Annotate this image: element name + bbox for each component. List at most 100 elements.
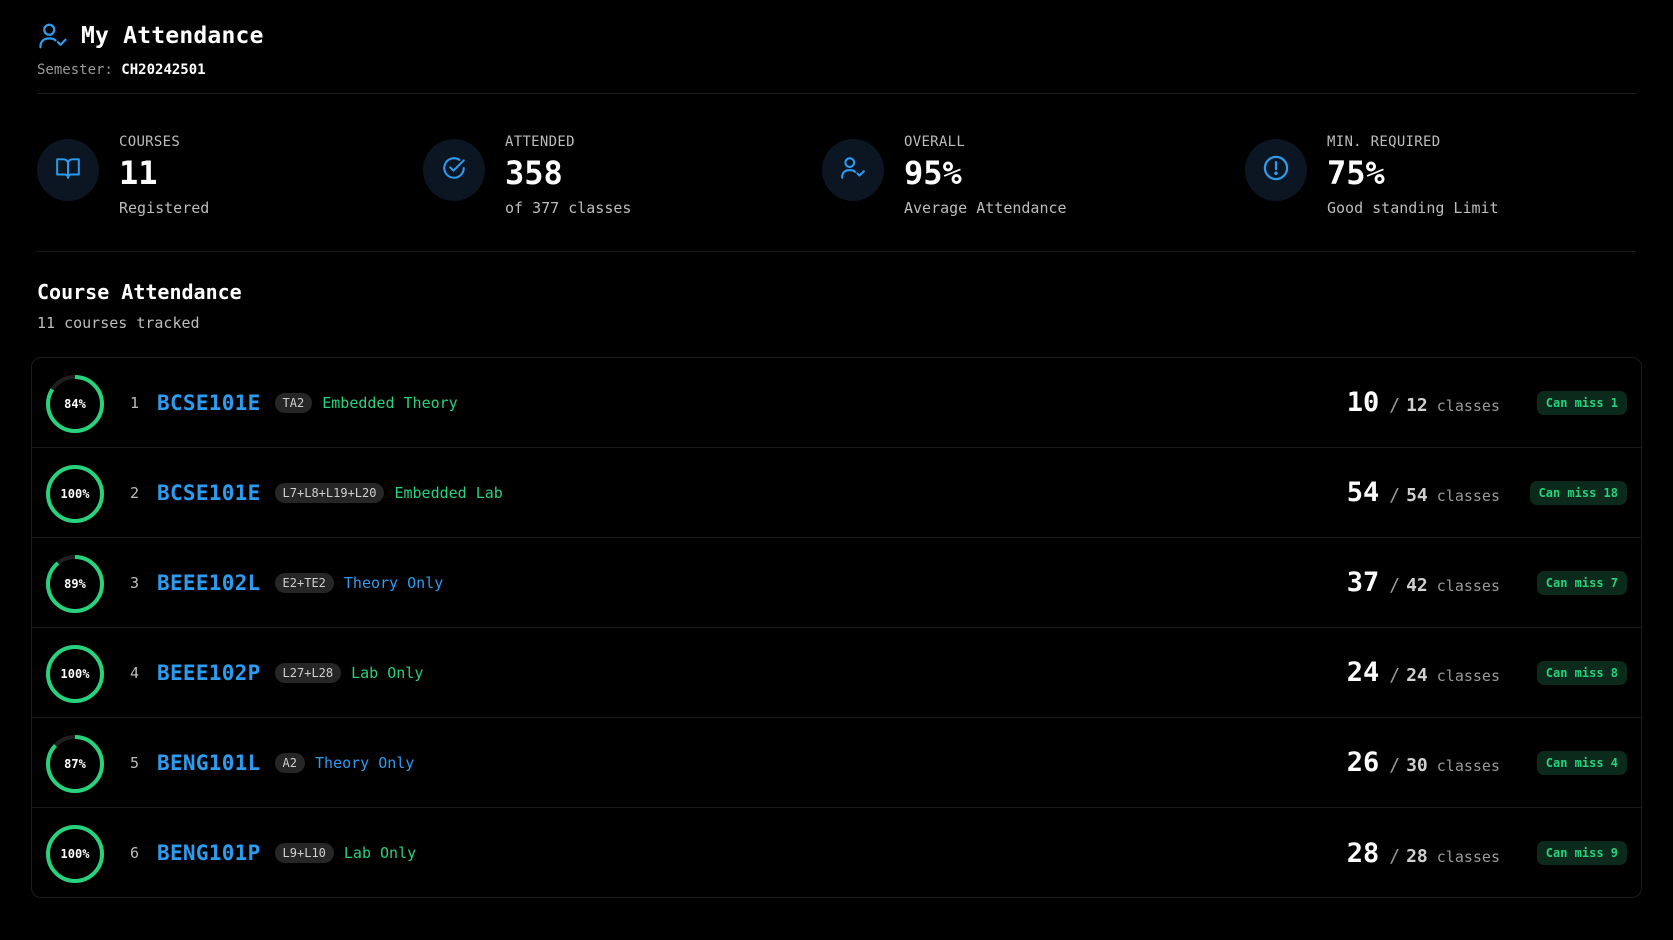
section-title: Course Attendance <box>37 280 242 304</box>
can-miss-badge: Can miss 4 <box>1536 750 1627 775</box>
course-type: Theory Only <box>315 753 415 772</box>
course-info: BENG101L A2 Theory Only <box>157 751 414 775</box>
attended-count: 54 <box>1346 477 1380 508</box>
stat-overall: OVERALL 95% Average Attendance <box>822 134 1067 217</box>
can-miss-badge: Can miss 9 <box>1536 841 1627 865</box>
stat-min-required: MIN. REQUIRED 75% Good standing Limit <box>1245 134 1499 217</box>
check-circle-icon <box>441 155 467 185</box>
title-row: My Attendance <box>37 20 1636 52</box>
course-type: Embedded Theory <box>322 393 458 412</box>
attended-count: 28 <box>1346 837 1380 869</box>
slot-badge: L27+L28 <box>274 662 342 683</box>
course-code[interactable]: BEEE102L <box>157 571 261 595</box>
course-row[interactable]: 100% 2 BCSE101E L7+L8+L19+L20 Embedded Lab 54… <box>32 448 1641 538</box>
count-separator: / <box>1389 575 1401 596</box>
count-unit: classes <box>1436 667 1500 685</box>
attended-count: 37 <box>1346 567 1380 598</box>
stat-courses: COURSES 11 Registered <box>37 134 209 217</box>
course-row[interactable]: 100% 6 BENG101P L9+L10 Lab Only 28/28 classes C… <box>32 808 1641 897</box>
page-header: My Attendance Semester: CH20242501 <box>37 0 1636 94</box>
row-index: 3 <box>130 573 140 592</box>
course-code[interactable]: BENG101P <box>157 841 261 865</box>
slot-badge: E2+TE2 <box>274 572 334 593</box>
stat-label: COURSES <box>119 134 181 150</box>
can-miss-badge: Can miss 7 <box>1536 570 1627 595</box>
can-miss-badge: Can miss 8 <box>1536 660 1627 685</box>
can-miss-badge: Can miss 1 <box>1536 390 1627 415</box>
alert-circle-icon <box>1262 154 1290 186</box>
count-separator: / <box>1389 845 1401 867</box>
count-separator: / <box>1389 755 1401 776</box>
course-row[interactable]: 100% 4 BEEE102P L27+L28 Lab Only 24/24 classes… <box>32 628 1641 718</box>
row-index: 1 <box>130 393 140 412</box>
attendance-percent: 89% <box>64 577 86 591</box>
row-index: 2 <box>130 483 140 502</box>
stat-icon-wrap <box>423 139 485 201</box>
slot-badge: TA2 <box>274 392 313 413</box>
attendance-page: My Attendance Semester: CH20242501 COURS… <box>0 0 1673 940</box>
row-index: 5 <box>130 753 140 772</box>
section-subtitle: 11 courses tracked <box>37 314 200 332</box>
attendance-ring: 100% <box>44 463 106 525</box>
count-separator: / <box>1389 395 1401 416</box>
count-separator: / <box>1389 665 1401 686</box>
attendance-ring: 89% <box>44 553 106 615</box>
semester-info: Semester: CH20242501 <box>37 62 1636 78</box>
course-row[interactable]: 87% 5 BENG101L A2 Theory Only 26 /30 classes Can… <box>32 718 1641 808</box>
stat-label: OVERALL <box>904 134 966 150</box>
stat-sub: Average Attendance <box>904 199 1067 218</box>
row-index: 4 <box>130 663 140 682</box>
class-count: 54/54 classes <box>1347 477 1500 508</box>
course-row[interactable]: 89% 3 BEEE102L E2+TE2 Theory Only 37 /42 classe… <box>32 538 1641 628</box>
user-check-icon <box>840 155 866 185</box>
course-info: BEEE102L E2+TE2 Theory Only <box>157 571 443 595</box>
page-title: My Attendance <box>81 23 264 49</box>
class-count: 24/24 classes <box>1347 657 1500 688</box>
total-count: 28 <box>1406 845 1428 867</box>
attendance-percent: 84% <box>64 397 86 411</box>
course-code[interactable]: BCSE101E <box>157 391 261 415</box>
course-section-header: Course Attendance 11 courses tracked <box>37 252 1636 332</box>
stat-value: 358 <box>505 154 563 192</box>
attendance-percent: 87% <box>64 757 86 771</box>
stat-sub: of 377 classes <box>505 199 632 218</box>
count-unit: classes <box>1436 847 1500 866</box>
attendance-percent: 100% <box>60 847 90 861</box>
course-info: BCSE101E TA2 Embedded Theory <box>157 391 458 415</box>
stat-sub: Good standing Limit <box>1327 199 1499 218</box>
total-count: 24 <box>1406 665 1428 686</box>
total-count: 12 <box>1406 395 1428 416</box>
course-info: BEEE102P L27+L28 Lab Only <box>157 661 423 685</box>
course-code[interactable]: BEEE102P <box>157 661 261 685</box>
total-count: 42 <box>1406 575 1428 596</box>
stat-sub: Registered <box>119 199 210 218</box>
class-count: 37 /42 classes <box>1347 567 1500 598</box>
can-miss-badge: Can miss 18 <box>1529 480 1627 505</box>
course-type: Theory Only <box>343 573 444 592</box>
class-count: 10 /12 classes <box>1347 387 1500 418</box>
course-list: 84% 1 BCSE101E TA2 Embedded Theory 10/12 class… <box>31 357 1642 898</box>
stat-label: MIN. REQUIRED <box>1327 134 1441 150</box>
semester-label: Semester: <box>37 62 113 78</box>
total-count: 54 <box>1406 485 1428 506</box>
stat-icon-wrap <box>1245 139 1307 201</box>
slot-badge: L7+L8+L19+L20 <box>274 482 385 503</box>
stat-value: 11 <box>119 154 158 192</box>
semester-value: CH20242501 <box>121 62 206 78</box>
course-type: Lab Only <box>351 663 424 682</box>
course-code[interactable]: BCSE101E <box>157 481 261 505</box>
stat-icon-wrap <box>37 139 99 201</box>
attended-count: 24 <box>1346 657 1380 688</box>
user-check-icon <box>37 20 69 52</box>
count-unit: classes <box>1436 577 1500 595</box>
stats-summary: COURSES 11 Registered ATTENDED 358 of 37… <box>37 94 1636 252</box>
course-row[interactable]: 84% 1 BCSE101E TA2 Embedded Theory 10 /12 class… <box>32 358 1641 448</box>
course-type: Embedded Lab <box>394 483 503 502</box>
attendance-ring: 100% <box>44 823 106 885</box>
course-code[interactable]: BENG101L <box>157 751 261 775</box>
stat-attended: ATTENDED 358 of 377 classes <box>423 134 631 217</box>
attendance-ring: 84% <box>44 373 106 435</box>
course-info: BCSE101E L7+L8+L19+L20 Embedded Lab <box>157 481 503 505</box>
count-unit: classes <box>1436 397 1500 415</box>
attendance-ring: 100% <box>44 643 106 705</box>
